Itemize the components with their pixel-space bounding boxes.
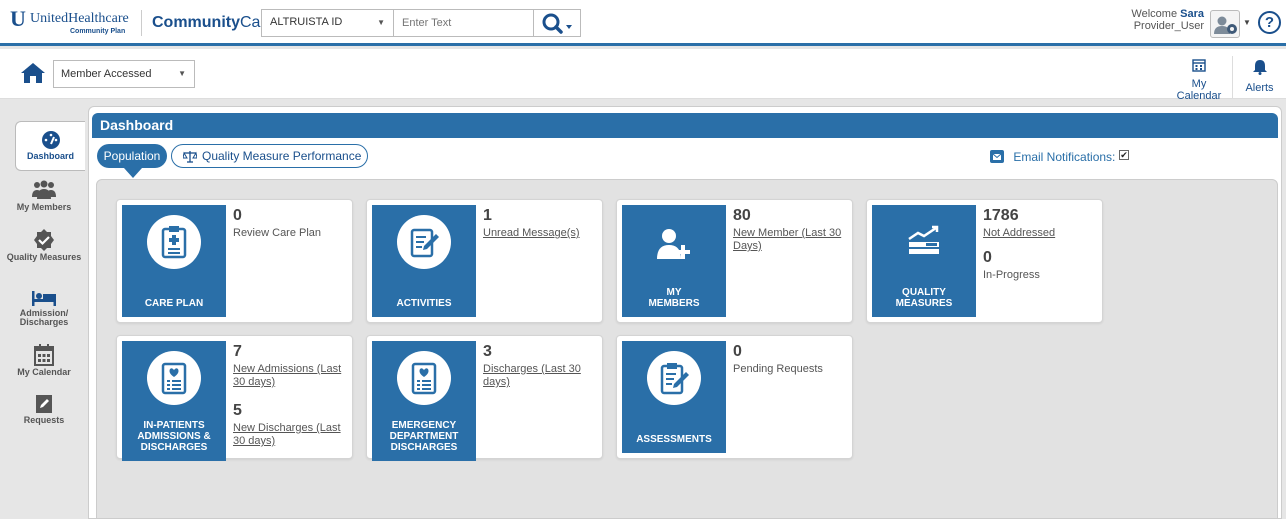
search-icon <box>542 13 572 34</box>
care-plan-card[interactable]: CARE PLAN 0 Review Care Plan <box>116 199 353 323</box>
user-menu-chevron-icon[interactable]: ▼ <box>1243 18 1251 27</box>
unitedhealthcare-logo[interactable]: U UnitedHealthcare Community Plan <box>10 8 145 38</box>
my-members-card[interactable]: MY MEMBERS 80 New Member (Last 30 Days) <box>616 199 853 323</box>
email-notifications-label: Email Notifications: <box>990 150 1115 164</box>
discharges-count: 3 <box>483 343 492 360</box>
new-member-link[interactable]: New Member (Last 30 Days) <box>733 227 848 253</box>
welcome-text: Welcome Sara Provider_User <box>1131 8 1204 32</box>
alerts-link[interactable]: Alerts <box>1232 56 1286 99</box>
logo-u-icon: U <box>10 6 26 31</box>
bell-icon <box>1252 60 1267 75</box>
sidebar-item-dashboard[interactable]: Dashboard <box>15 121 85 171</box>
edit-square-icon <box>36 395 52 413</box>
user-settings-button[interactable] <box>1210 10 1240 38</box>
clipboard-edit-icon <box>660 363 689 395</box>
email-notifications-checkbox[interactable]: ✔ <box>1119 150 1129 160</box>
emergency-department-card[interactable]: EMERGENCY DEPARTMENT DISCHARGES 3 Discharg… <box>366 335 603 461</box>
review-care-plan-count: 0 <box>233 207 242 224</box>
user-add-icon <box>657 229 690 259</box>
unread-messages-link[interactable]: Unread Message(s) <box>483 227 598 240</box>
new-discharges-count: 5 <box>233 402 242 419</box>
help-icon[interactable]: ? <box>1258 11 1281 34</box>
inpatients-card[interactable]: IN-PATIENTS ADMISSIONS & DISCHARGES 7 New … <box>116 335 353 461</box>
search-type-select[interactable]: ALTRUISTA ID ▼ <box>261 9 394 37</box>
dashboard-title-bar: Dashboard <box>92 113 1278 138</box>
envelope-icon <box>990 150 1004 163</box>
new-admissions-count: 7 <box>233 343 242 360</box>
in-progress-count: 0 <box>983 249 992 266</box>
quality-measures-tile[interactable]: QUALITY MEASURES <box>872 205 976 317</box>
pending-requests-label: Pending Requests <box>733 363 823 375</box>
page-title: Dashboard <box>100 117 174 133</box>
pending-requests-count: 0 <box>733 343 742 360</box>
care-plan-tile[interactable]: CARE PLAN <box>122 205 226 317</box>
medical-report-icon <box>411 362 437 395</box>
tab-population[interactable]: Population <box>97 144 167 168</box>
not-addressed-count: 1786 <box>983 207 1019 224</box>
sidebar-item-quality-measures[interactable]: Quality Measures <box>4 229 84 262</box>
logo-sub: Community Plan <box>70 28 126 35</box>
logo-name: UnitedHealthcare <box>30 11 129 26</box>
header-divider <box>141 10 142 36</box>
search-button[interactable] <box>534 9 581 37</box>
top-header: U UnitedHealthcare Community Plan Commun… <box>0 0 1286 46</box>
activities-tile[interactable]: ACTIVITIES <box>372 205 476 317</box>
search-input[interactable] <box>394 9 534 37</box>
medical-report-icon <box>161 362 187 395</box>
sidebar: Dashboard My Members Quality Measures Ad… <box>0 99 88 519</box>
clipboard-plus-icon <box>161 226 187 259</box>
new-discharges-link[interactable]: New Discharges (Last 30 days) <box>233 422 348 448</box>
unread-messages-count: 1 <box>483 207 492 224</box>
assessments-card[interactable]: ASSESSMENTS 0 Pending Requests <box>616 335 853 459</box>
new-member-count: 80 <box>733 207 751 224</box>
sidebar-item-my-calendar[interactable]: My Calendar <box>0 344 88 377</box>
discharges-link[interactable]: Discharges (Last 30 days) <box>483 363 598 389</box>
chevron-down-icon: ▼ <box>377 18 385 27</box>
bed-icon <box>32 291 56 306</box>
tab-quality-measure-performance[interactable]: Quality Measure Performance <box>171 144 368 168</box>
active-tab-pointer <box>124 168 142 178</box>
calendar-icon <box>34 344 54 366</box>
sidebar-item-requests[interactable]: Requests <box>0 394 88 425</box>
emergency-department-tile[interactable]: EMERGENCY DEPARTMENT DISCHARGES <box>372 341 476 461</box>
review-care-plan-label: Review Care Plan <box>233 227 322 239</box>
user-gear-icon <box>1214 16 1237 34</box>
app-brand: CommunityCare <box>152 14 275 31</box>
new-admissions-link[interactable]: New Admissions (Last 30 days) <box>233 363 348 389</box>
scale-icon <box>183 151 197 163</box>
activities-card[interactable]: ACTIVITIES 1 Unread Message(s) <box>366 199 603 323</box>
chevron-down-icon: ▼ <box>178 69 186 78</box>
my-members-tile[interactable]: MY MEMBERS <box>622 205 726 317</box>
assessments-tile[interactable]: ASSESSMENTS <box>622 341 726 453</box>
member-accessed-select[interactable]: Member Accessed ▼ <box>53 60 195 88</box>
document-edit-icon <box>410 228 439 258</box>
inpatients-tile[interactable]: IN-PATIENTS ADMISSIONS & DISCHARGES <box>122 341 226 461</box>
quality-measures-card[interactable]: QUALITY MEASURES 1786 Not Addressed 0 In-… <box>866 199 1103 323</box>
calendar-icon <box>1192 59 1206 72</box>
sidebar-item-my-members[interactable]: My Members <box>0 179 88 212</box>
badge-check-icon <box>34 229 54 251</box>
sidebar-item-admission-discharges[interactable]: Admission/ Discharges <box>4 289 84 327</box>
not-addressed-link[interactable]: Not Addressed <box>983 227 1098 240</box>
in-progress-label: In-Progress <box>983 269 1040 281</box>
my-calendar-link[interactable]: My Calendar <box>1168 58 1230 102</box>
home-icon[interactable] <box>20 62 46 84</box>
dashboard-gauge-icon <box>41 131 60 149</box>
members-icon <box>32 180 56 199</box>
chart-trend-icon <box>908 225 939 254</box>
